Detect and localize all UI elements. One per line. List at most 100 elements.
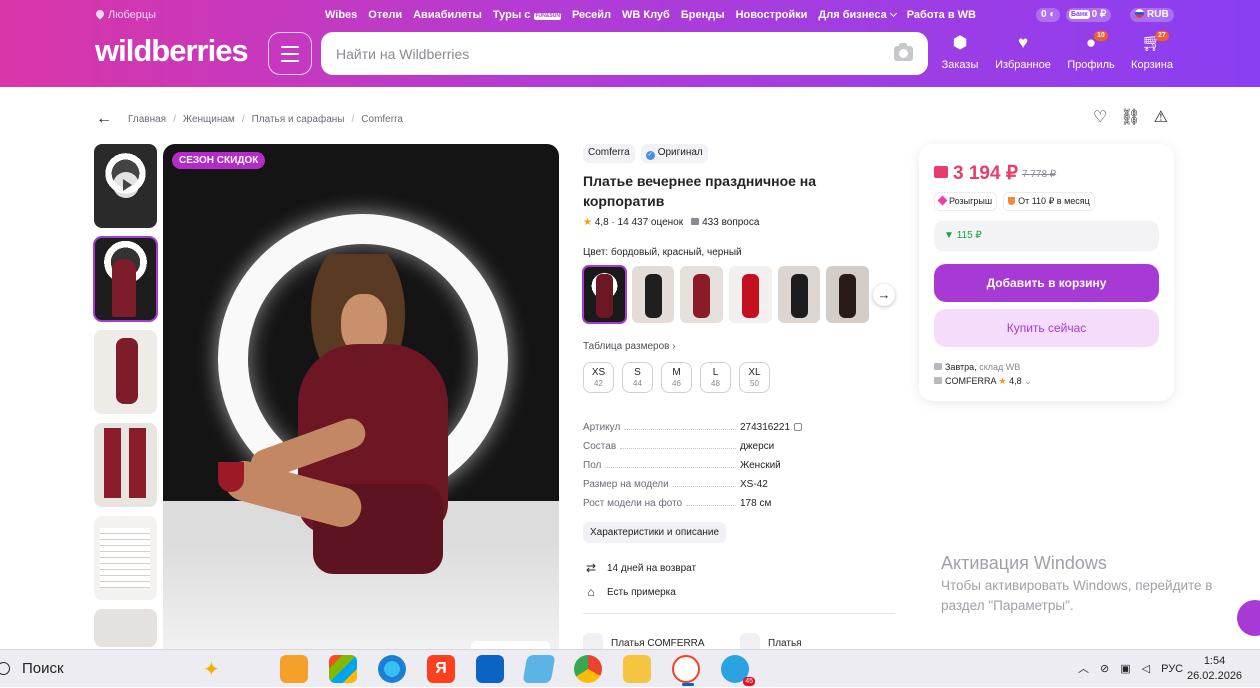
top-link-brands[interactable]: Бренды [681,9,725,21]
spec-dots [624,429,736,430]
color-swatch[interactable] [826,266,870,323]
size-option[interactable]: S 44 [622,362,653,393]
size-option[interactable]: XS 42 [583,362,614,393]
yandex-browser-icon[interactable] [672,655,700,686]
lottery-label: Розыгрыш [949,196,993,206]
chevron-up-icon[interactable]: ︿ [1078,650,1089,688]
breadcrumb-item[interactable]: Главная [128,114,166,125]
activation-text: Чтобы активировать Windows, перейдите в [941,578,1213,593]
main-product-image[interactable] [163,144,559,654]
taskbar-search-label: Поиск [22,660,64,677]
menu-line [281,53,299,55]
top-link-hotels[interactable]: Отели [368,9,402,21]
back-arrow-icon[interactable]: ← [96,110,112,128]
network-off-icon[interactable]: ⊘ [1100,650,1109,688]
top-link-business-label: Для бизнеса [818,9,887,21]
add-to-cart-button[interactable]: Добавить в корзину [934,264,1159,302]
site-header: Люберцы Wibes Отели Авиабилеты Туры с FU… [0,0,1260,87]
thumbnail-image[interactable] [93,236,158,322]
telegram-icon[interactable]: 45 [721,655,755,686]
camera-icon[interactable]: ▣ [1120,650,1130,688]
language-indicator[interactable]: РУС [1161,650,1183,688]
thumbnail-image[interactable] [94,330,157,414]
breadcrumb-item[interactable]: Женщинам [183,114,235,125]
top-link-new-buildings[interactable]: Новостройки [736,9,808,21]
return-policy-label: 14 дней на возврат [607,562,697,574]
wildberries-logo[interactable]: wildberries [95,33,249,69]
thumbnail-image[interactable] [94,609,157,647]
currency-label: RUB [1147,9,1169,20]
color-swatch[interactable] [582,265,627,324]
favorites-button[interactable]: ♥ Избранное [993,33,1053,71]
brand-chip[interactable]: Comferra [583,144,635,163]
rating-row[interactable]: ★ 4,8 · 14 437 оценок 433 вопроса [583,217,895,228]
cart-button[interactable]: 🛒︎ 27 Корзина [1122,31,1182,71]
characteristics-button[interactable]: Характеристики и описание [583,522,727,543]
buy-now-button[interactable]: Купить сейчас [934,309,1159,347]
store-icon[interactable] [329,655,357,683]
brand-catalog-label: Платья COMFERRA [611,637,705,649]
lottery-tag[interactable]: Розыгрыш [934,192,998,211]
top-link-flights[interactable]: Авиабилеты [413,9,482,21]
thumbnail-video[interactable] [94,144,157,228]
favorite-heart-icon[interactable]: ♡ [1093,107,1107,127]
top-link-resale[interactable]: Ресейл [572,9,611,21]
size-table-link[interactable]: Таблица размеров › [583,341,895,352]
arrow-right-icon[interactable]: → [873,283,895,306]
notes-icon[interactable] [522,655,556,683]
top-link-jobs[interactable]: Работа в WB [907,9,976,21]
size-option[interactable]: L 48 [700,362,731,393]
breadcrumb-item[interactable]: Comferra [361,114,403,125]
copilot-sparkle-icon[interactable]: ✦ [203,657,220,682]
taskbar-clock[interactable]: 1:54 26.02.2026 [1187,654,1242,684]
taskbar-apps: Я 45 [280,655,755,686]
location-selector[interactable]: Люберцы [94,8,156,21]
installment-tag[interactable]: От 110 ₽ в месяц [1003,192,1095,211]
camera-icon[interactable] [894,43,913,61]
color-swatch[interactable] [729,266,772,323]
wallet-icon [934,166,948,178]
chrome-icon[interactable] [574,655,602,683]
cashback-row[interactable]: ▼ 115 ₽ [934,221,1159,251]
size-option[interactable]: M 46 [661,362,692,393]
top-link-business[interactable]: Для бизнеса [818,9,897,21]
size-label: M [672,367,681,378]
russia-flag-icon [1135,9,1144,18]
thumbnail-image[interactable] [94,423,157,507]
profile-button[interactable]: ● 10 Профиль [1061,31,1121,71]
points-balance[interactable]: 0 ◐ [1036,8,1061,22]
color-swatch[interactable] [680,266,724,323]
search-input[interactable] [336,32,876,75]
report-icon[interactable]: ⚠ [1154,107,1168,127]
speaker-icon[interactable]: ◁ [1142,650,1150,688]
outlook-icon[interactable] [476,655,504,683]
currency-selector[interactable]: RUB [1130,8,1174,22]
spec-dots [605,467,736,468]
top-link-wb-club[interactable]: WB Клуб [622,9,670,21]
media-player-icon[interactable] [280,655,308,683]
color-swatch[interactable] [777,266,821,323]
color-swatch[interactable] [631,266,675,323]
color-swatches: → [582,265,895,324]
bank-balance[interactable]: Банк 0 ₽ [1066,8,1112,22]
return-arrows-icon: ⇄ [585,561,597,575]
menu-button[interactable] [268,32,312,75]
edge-browser-icon[interactable] [378,655,406,683]
yandex-icon[interactable]: Я [427,655,455,683]
copy-icon[interactable] [794,423,803,431]
file-explorer-icon[interactable] [623,655,651,683]
orders-button[interactable]: ⬢ Заказы [930,33,990,71]
taskbar-search[interactable]: Поиск [0,650,64,688]
seller-row[interactable]: COMFERRA ★ 4,8 ⌄ [934,374,1032,388]
seller-name: COMFERRA [945,376,997,386]
bank-label: Банк [1069,10,1090,19]
chat-bubble-icon[interactable] [1237,600,1260,636]
top-link-tours[interactable]: Туры с FUN&SUN [493,9,561,21]
share-link-icon[interactable]: ⛓ [1120,107,1140,127]
system-tray: ︿ ⊘ ▣ ◁ РУС [1078,650,1183,688]
thumbnail-image[interactable] [94,516,157,600]
size-option[interactable]: XL 50 [739,362,770,393]
breadcrumb-item[interactable]: Платья и сарафаны [252,114,345,125]
top-link-wibes[interactable]: Wibes [325,9,357,21]
star-icon: ★ [583,217,592,228]
